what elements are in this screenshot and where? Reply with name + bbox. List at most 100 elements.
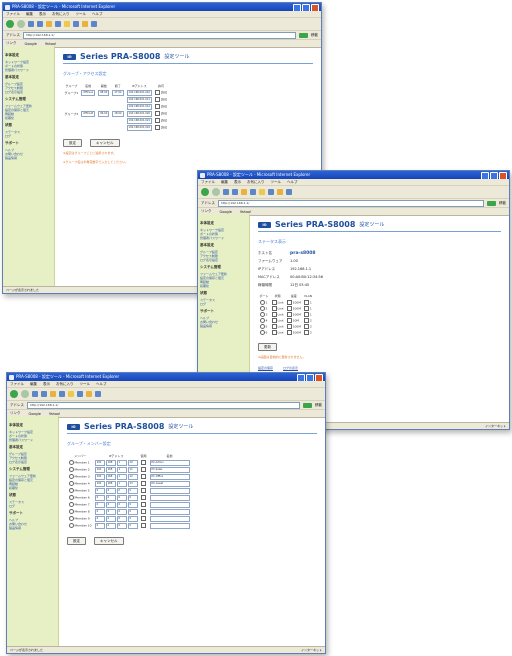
history-icon[interactable] — [268, 189, 274, 195]
ip-octet-field[interactable]: 192 — [94, 459, 105, 466]
stop-icon[interactable] — [32, 391, 38, 397]
sidebar-link[interactable]: 初期化 — [200, 284, 247, 288]
save-config-link[interactable]: 設定の保存 — [258, 366, 273, 370]
allow-checkbox[interactable] — [155, 97, 161, 102]
member-radio[interactable] — [68, 467, 74, 472]
sidebar-link[interactable]: ログ表示設定 — [9, 460, 56, 464]
minimize-button[interactable] — [297, 374, 305, 381]
address-input[interactable]: http://192.168.1.1/ — [218, 199, 484, 207]
ip-octet-field[interactable]: 0 — [127, 508, 138, 515]
status-checkbox[interactable] — [271, 305, 277, 311]
menu-help[interactable]: ヘルプ — [287, 179, 298, 185]
mail-icon[interactable] — [86, 391, 92, 397]
member-radio[interactable] — [68, 488, 74, 493]
ip-octet-field[interactable]: 0 — [116, 522, 127, 529]
search-icon[interactable] — [250, 189, 256, 195]
print-icon[interactable] — [286, 189, 292, 195]
ip-field[interactable]: 192.168.001.021 — [126, 117, 153, 124]
go-label[interactable]: 移動 — [311, 33, 318, 38]
apply-button[interactable]: 設定 — [63, 139, 82, 147]
ip-octet-field[interactable]: 1 — [116, 466, 127, 473]
vlan-checkbox[interactable] — [303, 329, 309, 335]
member-name-field[interactable] — [149, 487, 190, 494]
use-checkbox[interactable] — [140, 474, 146, 479]
ip-octet-field[interactable]: 0 — [116, 487, 127, 494]
menu-view[interactable]: 表示 — [234, 179, 241, 185]
speed-checkbox[interactable] — [286, 329, 292, 335]
favorites-icon[interactable] — [68, 391, 74, 397]
use-checkbox[interactable] — [140, 488, 146, 493]
ip-octet-field[interactable]: 0 — [105, 494, 116, 501]
ip-field[interactable]: 192.168.001.011 — [126, 96, 153, 103]
cancel-button[interactable]: キャンセル — [94, 537, 124, 545]
ip-octet-field[interactable]: 0 — [127, 494, 138, 501]
menu-edit[interactable]: 編集 — [26, 11, 33, 17]
sidebar-link[interactable]: 初期化 — [9, 486, 56, 490]
sidebar-link[interactable]: 管理者パスワード — [9, 438, 56, 442]
close-button[interactable] — [315, 374, 323, 381]
history-icon[interactable] — [77, 391, 83, 397]
member-name-field[interactable] — [149, 515, 190, 522]
address-input[interactable]: http://192.168.1.1/ — [27, 401, 300, 409]
member-radio[interactable] — [68, 509, 74, 514]
member-name-field[interactable]: PC-Sales — [149, 466, 190, 473]
ip-octet-field[interactable]: 0 — [127, 515, 138, 522]
search-icon[interactable] — [59, 391, 65, 397]
link-yahoo[interactable]: Yahoo! — [240, 210, 252, 214]
menu-tools[interactable]: ツール — [271, 179, 282, 185]
forward-icon[interactable] — [212, 188, 220, 196]
vlan-checkbox[interactable] — [303, 323, 309, 329]
view-log-link[interactable]: ログの表示 — [283, 366, 298, 370]
refresh-icon[interactable] — [41, 391, 47, 397]
ip-octet-field[interactable]: 0 — [116, 501, 127, 508]
port-radio[interactable] — [259, 311, 265, 317]
menu-file[interactable]: ファイル — [201, 179, 215, 185]
print-icon[interactable] — [91, 21, 97, 27]
ip-octet-field[interactable]: 1 — [116, 480, 127, 487]
menu-help[interactable]: ヘルプ — [92, 11, 103, 17]
home-icon[interactable] — [50, 391, 56, 397]
history-icon[interactable] — [73, 21, 79, 27]
vlan-checkbox[interactable] — [303, 299, 309, 305]
ip-octet-field[interactable]: 1 — [116, 473, 127, 480]
link-google[interactable]: Google — [29, 412, 41, 416]
member-radio[interactable] — [68, 502, 74, 507]
start-time-field[interactable]: 09:00 — [98, 110, 110, 117]
allow-checkbox[interactable] — [155, 104, 161, 109]
speed-checkbox[interactable] — [286, 323, 292, 329]
ip-field[interactable]: 192.168.001.012 — [126, 103, 153, 110]
member-name-field[interactable] — [149, 522, 190, 529]
vlan-checkbox[interactable] — [303, 305, 309, 311]
status-checkbox[interactable] — [271, 317, 277, 323]
speed-checkbox[interactable] — [286, 317, 292, 323]
go-button[interactable] — [299, 32, 308, 38]
back-icon[interactable] — [10, 390, 18, 398]
maximize-button[interactable] — [302, 4, 310, 11]
link-yahoo[interactable]: Yahoo! — [49, 412, 61, 416]
sidebar-link[interactable]: ログ — [200, 302, 247, 306]
ip-octet-field[interactable]: 10 — [127, 459, 138, 466]
allow-checkbox[interactable] — [155, 118, 161, 123]
sidebar-link[interactable]: 製品情報 — [9, 526, 56, 530]
member-name-field[interactable] — [149, 494, 190, 501]
status-checkbox[interactable] — [271, 329, 277, 335]
end-time-field[interactable]: 17:00 — [112, 89, 124, 96]
sidebar-link[interactable]: ログ — [9, 504, 56, 508]
ip-octet-field[interactable]: 0 — [116, 508, 127, 515]
allow-checkbox[interactable] — [155, 90, 161, 95]
vlan-checkbox[interactable] — [303, 317, 309, 323]
go-button[interactable] — [303, 402, 312, 408]
sidebar-link[interactable]: ログ表示設定 — [5, 90, 52, 94]
menu-help[interactable]: ヘルプ — [96, 381, 107, 387]
use-checkbox[interactable] — [140, 460, 146, 465]
menu-view[interactable]: 表示 — [39, 11, 46, 17]
ip-octet-field[interactable]: 0 — [105, 522, 116, 529]
home-icon[interactable] — [46, 21, 52, 27]
port-radio[interactable] — [259, 329, 265, 335]
close-button[interactable] — [499, 172, 507, 179]
port-radio[interactable] — [259, 305, 265, 311]
ip-octet-field[interactable]: 192 — [94, 466, 105, 473]
ip-octet-field[interactable]: 192 — [94, 473, 105, 480]
ip-octet-field[interactable]: 0 — [94, 508, 105, 515]
back-icon[interactable] — [6, 20, 14, 28]
